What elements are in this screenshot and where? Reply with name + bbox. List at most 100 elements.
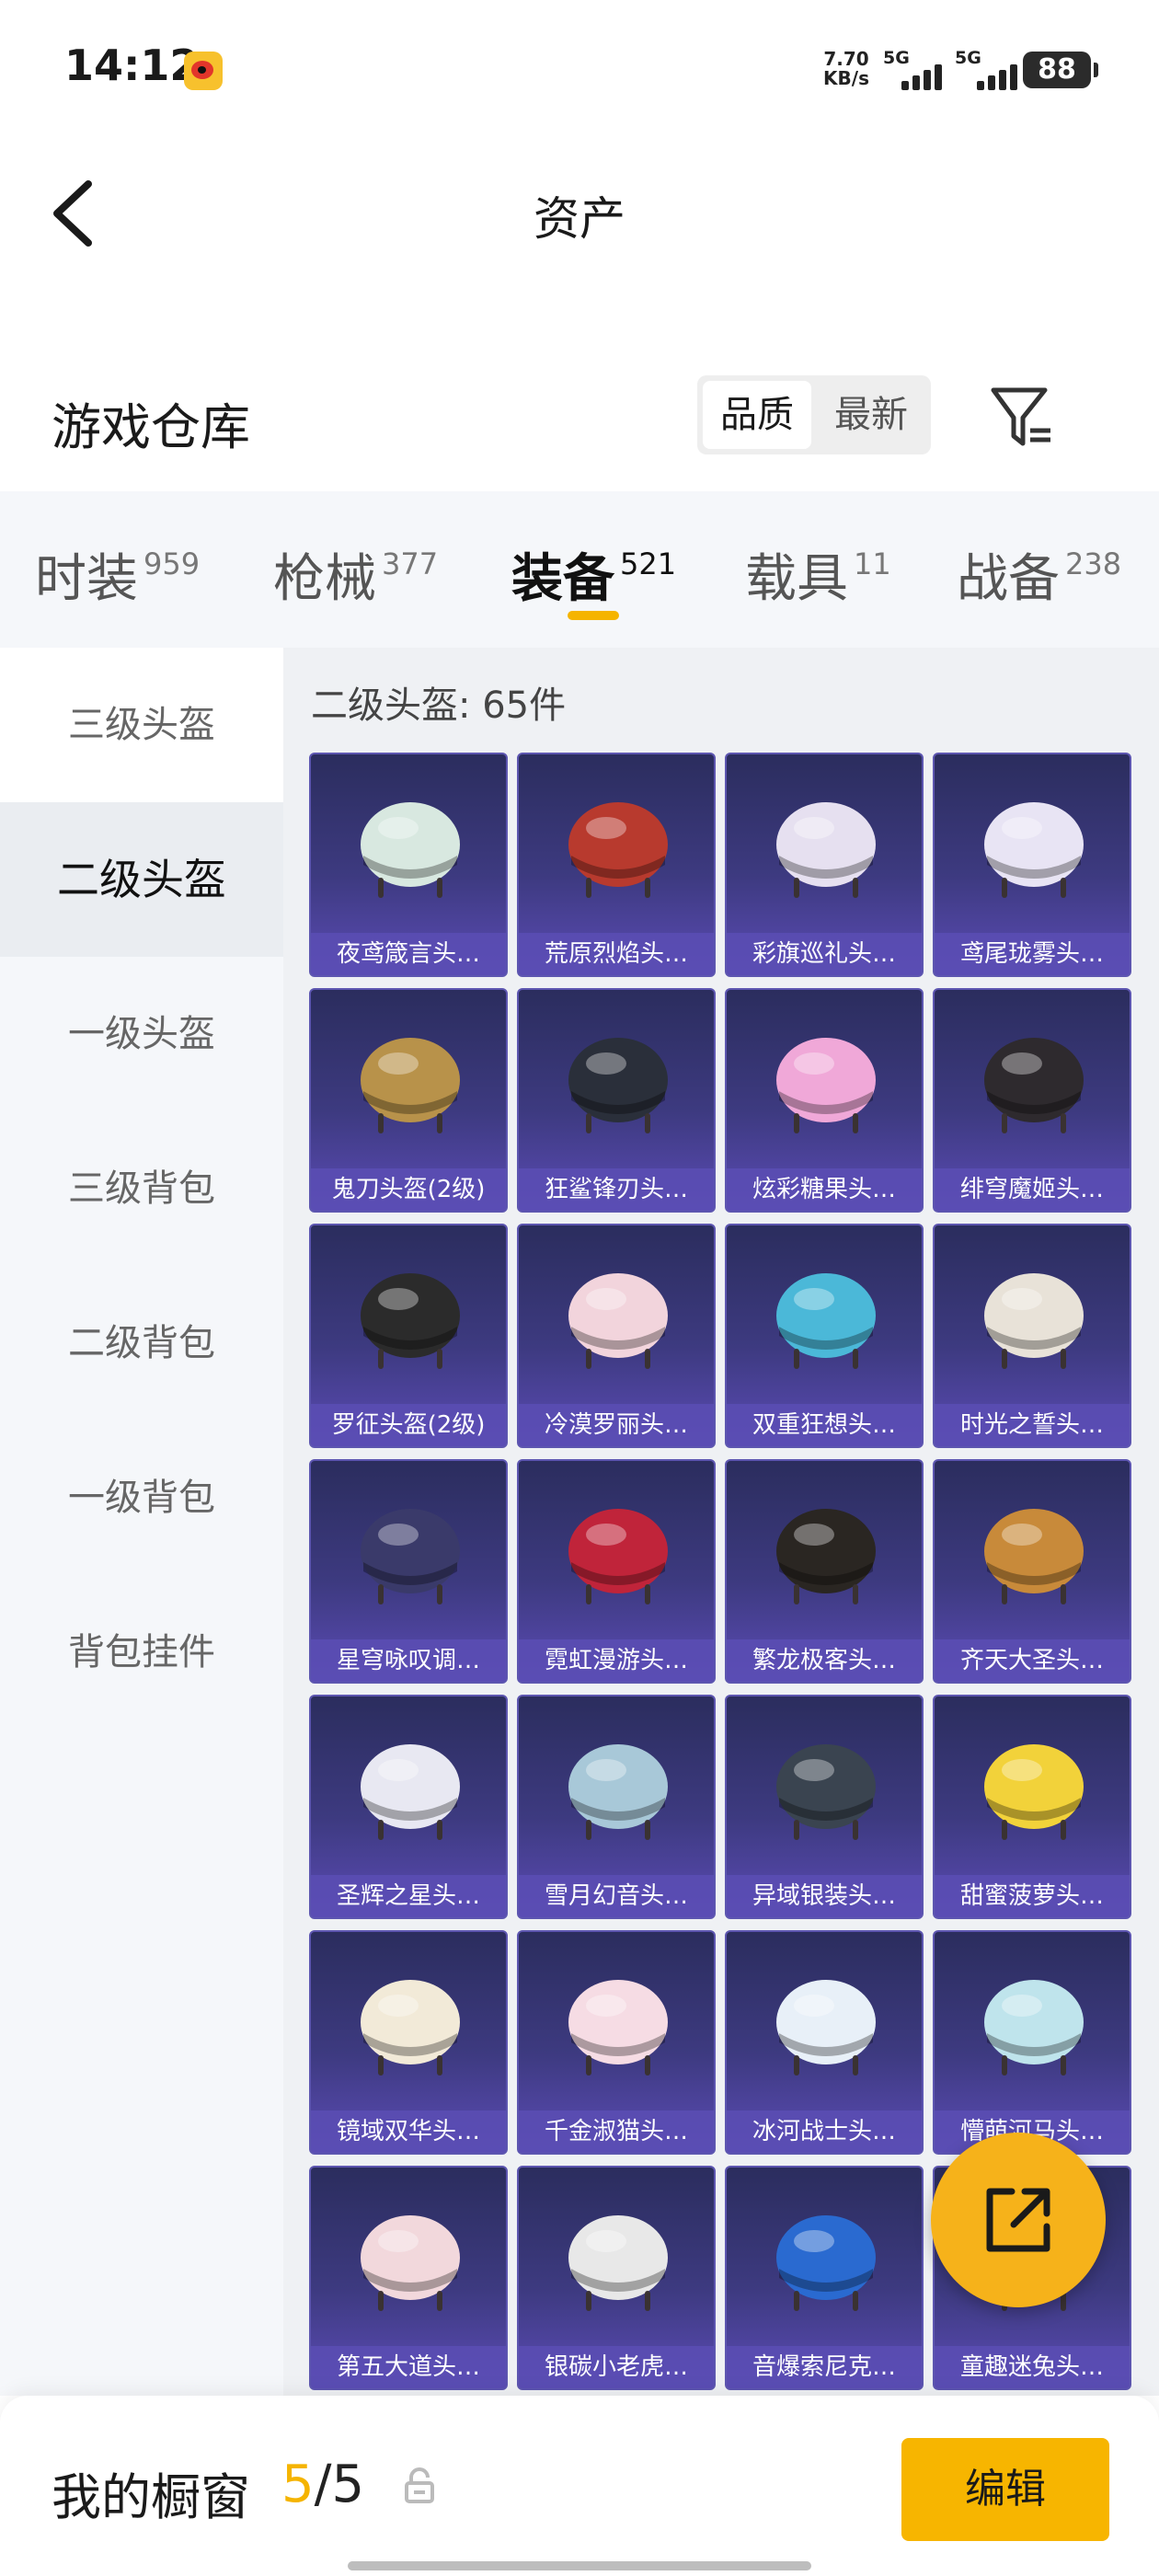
item-name: 冰河战士头… <box>727 2110 922 2153</box>
showcase-count-total: /5 <box>314 2455 365 2514</box>
helmet-icon <box>568 802 668 898</box>
tab-equipment-label: 装备 <box>511 549 614 609</box>
item-name: 齐天大圣头… <box>935 1639 1130 1682</box>
helmet-icon <box>361 2215 460 2311</box>
helmet-icon <box>776 802 876 898</box>
item-card[interactable]: 星穹咏叹调… <box>309 1459 508 1684</box>
sidebar-item-level1-helmet[interactable]: 一级头盔 <box>0 957 283 1111</box>
signal-strength-1-icon: 5G <box>883 48 957 94</box>
tab-firearms[interactable]: 枪械 377 <box>273 537 438 612</box>
helmet-icon <box>984 802 1084 898</box>
item-card[interactable]: 双重狂想头… <box>725 1224 924 1448</box>
item-card[interactable]: 鬼刀头盔(2级) <box>309 988 508 1213</box>
helmet-icon <box>361 1744 460 1840</box>
helmet-icon <box>361 1980 460 2076</box>
item-name: 狂鲨锋刃头… <box>519 1168 714 1211</box>
showcase-count: 5/5 <box>281 2455 364 2514</box>
signal-2-label: 5G <box>955 48 981 68</box>
tab-firearms-label: 枪械 <box>273 549 376 609</box>
item-name: 童趣迷兔头… <box>935 2346 1130 2388</box>
edit-button[interactable]: 编辑 <box>901 2438 1109 2541</box>
bottom-bar: 我的橱窗 5/5 编辑 <box>0 2396 1159 2576</box>
item-name: 炫彩糖果头… <box>727 1168 922 1211</box>
helmet-icon <box>568 1744 668 1840</box>
item-card[interactable]: 繁龙极客头… <box>725 1459 924 1684</box>
status-time: 14:12 <box>64 40 200 90</box>
item-name: 异域银装头… <box>727 1875 922 1917</box>
item-card[interactable]: 异域银装头… <box>725 1695 924 1919</box>
item-card[interactable]: 时光之誓头… <box>933 1224 1131 1448</box>
tab-equipment-count: 521 <box>620 546 677 581</box>
home-indicator <box>348 2561 811 2570</box>
item-card[interactable]: 冷漠罗丽头… <box>517 1224 716 1448</box>
item-name: 甜蜜菠萝头… <box>935 1875 1130 1917</box>
sidebar-item-level1-backpack[interactable]: 一级背包 <box>0 1420 283 1575</box>
item-card[interactable]: 银碳小老虎… <box>517 2166 716 2390</box>
filter-icon[interactable] <box>984 379 1058 453</box>
item-name: 冷漠罗丽头… <box>519 1404 714 1446</box>
tab-fashion[interactable]: 时装 959 <box>35 537 200 612</box>
helmet-icon <box>361 1038 460 1133</box>
status-bar: 14:12 7.70 KB/s 5G 5G 88 <box>0 0 1159 138</box>
item-card[interactable]: 夜鸢箴言头… <box>309 753 508 977</box>
helmet-icon <box>568 1980 668 2076</box>
item-card[interactable]: 荒原烈焰头… <box>517 753 716 977</box>
item-name: 音爆索尼克… <box>727 2346 922 2388</box>
share-button[interactable] <box>931 2133 1106 2307</box>
item-card[interactable]: 第五大道头… <box>309 2166 508 2390</box>
tab-supplies[interactable]: 战备 238 <box>957 537 1121 612</box>
item-name: 鬼刀头盔(2级) <box>311 1168 506 1211</box>
sidebar-item-level2-helmet[interactable]: 二级头盔 <box>0 802 283 957</box>
share-icon <box>986 2188 1050 2252</box>
net-speed-value: 7.70 <box>823 48 869 70</box>
sidebar-item-level3-helmet[interactable]: 三级头盔 <box>0 648 283 802</box>
item-card[interactable]: 鸢尾珑雾头… <box>933 753 1131 977</box>
item-name: 彩旗巡礼头… <box>727 933 922 975</box>
item-name: 繁龙极客头… <box>727 1639 922 1682</box>
helmet-icon <box>568 1509 668 1604</box>
sort-quality-button[interactable]: 品质 <box>703 381 811 449</box>
helmet-icon <box>984 1273 1084 1369</box>
item-card[interactable]: 绯穹魔姬头… <box>933 988 1131 1213</box>
item-card[interactable]: 冰河战士头… <box>725 1930 924 2155</box>
item-card[interactable]: 圣辉之星头… <box>309 1695 508 1919</box>
item-card[interactable]: 千金淑猫头… <box>517 1930 716 2155</box>
tab-equipment[interactable]: 装备 521 <box>511 537 676 612</box>
item-name: 双重狂想头… <box>727 1404 922 1446</box>
tab-vehicles[interactable]: 载具 11 <box>745 537 891 612</box>
item-name: 镜域双华头… <box>311 2110 506 2153</box>
item-card[interactable]: 齐天大圣头… <box>933 1459 1131 1684</box>
sidebar-item-backpack-pendant[interactable]: 背包挂件 <box>0 1575 283 1730</box>
item-name: 夜鸢箴言头… <box>311 933 506 975</box>
helmet-icon <box>361 1273 460 1369</box>
item-card[interactable]: 音爆索尼克… <box>725 2166 924 2390</box>
item-card[interactable]: 懵萌河马头… <box>933 1930 1131 2155</box>
helmet-icon <box>984 1980 1084 2076</box>
item-name: 第五大道头… <box>311 2346 506 2388</box>
item-card[interactable]: 雪月幻音头… <box>517 1695 716 1919</box>
item-name: 雪月幻音头… <box>519 1875 714 1917</box>
battery-indicator: 88 <box>1023 52 1098 88</box>
item-count-label: 二级头盔: 65件 <box>311 684 567 727</box>
item-card[interactable]: 霓虹漫游头… <box>517 1459 716 1684</box>
sort-newest-button[interactable]: 最新 <box>817 381 925 449</box>
item-card[interactable]: 彩旗巡礼头… <box>725 753 924 977</box>
helmet-icon <box>776 1509 876 1604</box>
item-card[interactable]: 罗征头盔(2级) <box>309 1224 508 1448</box>
helmet-icon <box>361 802 460 898</box>
item-name: 霓虹漫游头… <box>519 1639 714 1682</box>
item-card[interactable]: 炫彩糖果头… <box>725 988 924 1213</box>
sidebar-item-level2-backpack[interactable]: 二级背包 <box>0 1266 283 1420</box>
helmet-icon <box>568 2215 668 2311</box>
item-card[interactable]: 镜域双华头… <box>309 1930 508 2155</box>
item-card[interactable]: 狂鲨锋刃头… <box>517 988 716 1213</box>
helmet-icon <box>984 1744 1084 1840</box>
net-speed-unit: KB/s <box>823 67 869 89</box>
warehouse-title: 游戏仓库 <box>52 398 250 456</box>
helmet-icon <box>568 1273 668 1369</box>
sidebar-item-level3-backpack[interactable]: 三级背包 <box>0 1111 283 1266</box>
item-card[interactable]: 甜蜜菠萝头… <box>933 1695 1131 1919</box>
lock-icon <box>403 2467 436 2504</box>
helmet-icon <box>984 1038 1084 1133</box>
active-tab-indicator <box>568 611 619 620</box>
